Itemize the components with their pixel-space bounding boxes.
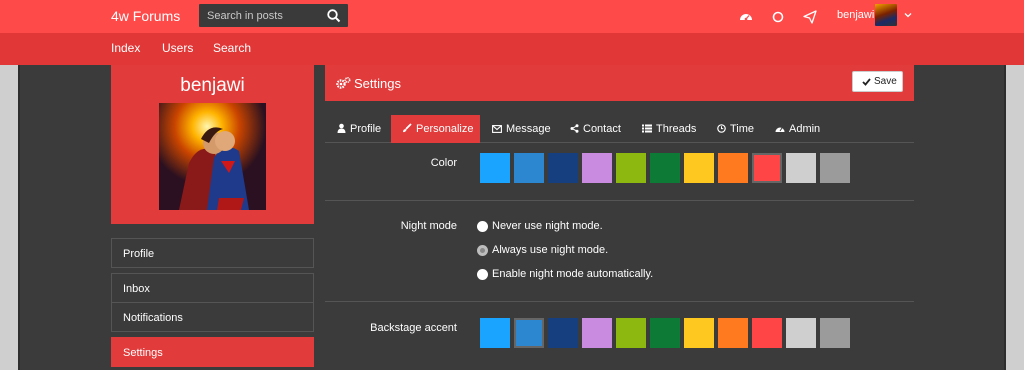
window-edge-shadow (1004, 65, 1006, 370)
profile-name: benjawi (180, 75, 245, 96)
save-button-label: Save (874, 76, 897, 87)
radio-button[interactable] (477, 269, 488, 280)
backstage-accent-swatch[interactable] (684, 318, 714, 348)
nav-index[interactable]: Index (111, 41, 140, 55)
color-swatch[interactable] (582, 153, 612, 183)
color-swatch[interactable] (820, 153, 850, 183)
radio-button-checked[interactable] (477, 245, 488, 256)
section-divider (325, 301, 914, 302)
color-swatch[interactable] (752, 153, 782, 183)
radio-button[interactable] (477, 221, 488, 232)
color-swatch[interactable] (514, 153, 544, 183)
tab-contact[interactable]: Contact (570, 115, 621, 143)
brush-icon (403, 123, 412, 133)
window-edge-right (1006, 65, 1024, 370)
color-swatch[interactable] (718, 153, 748, 183)
tab-profile[interactable]: Profile (337, 115, 395, 143)
window-edge-shadow (18, 65, 20, 370)
dashboard-icon[interactable] (739, 10, 753, 24)
color-label: Color (430, 157, 457, 169)
sidebar-item-settings[interactable]: Settings (111, 337, 314, 367)
backstage-accent-swatch[interactable] (582, 318, 612, 348)
tab-message[interactable]: Message (492, 115, 551, 143)
color-swatch[interactable] (480, 153, 510, 183)
color-swatch[interactable] (650, 153, 680, 183)
main-nav: Index Users Search (0, 33, 1024, 65)
envelope-icon (492, 125, 502, 133)
page-title: Settings (354, 76, 401, 91)
profile-card: benjawi (111, 65, 314, 224)
profile-avatar[interactable] (159, 103, 266, 210)
share-icon (570, 124, 579, 133)
sidebar-item-notifications[interactable]: Notifications (111, 302, 314, 332)
backstage-accent-swatch[interactable] (650, 318, 680, 348)
settings-tabs: Profile Personalize Message Contact Thre… (325, 115, 914, 143)
avatar-artwork (159, 103, 266, 210)
color-swatch[interactable] (684, 153, 714, 183)
user-avatar[interactable] (875, 4, 897, 26)
sidebar-item-profile[interactable]: Profile (111, 238, 314, 268)
user-menu-name[interactable]: benjawi (837, 9, 874, 21)
backstage-accent-label: Backstage accent (370, 322, 457, 334)
backstage-accent-swatch[interactable] (480, 318, 510, 348)
search-icon[interactable] (326, 8, 342, 24)
save-button[interactable]: Save (852, 71, 903, 92)
clock-icon (717, 124, 726, 133)
backstage-accent-swatch[interactable] (752, 318, 782, 348)
backstage-accent-swatch[interactable] (514, 318, 544, 348)
top-bar: 4w Forums benjawi (0, 0, 1024, 33)
check-icon (862, 78, 871, 86)
settings-header: Settings Save (325, 65, 914, 101)
nav-search[interactable]: Search (213, 41, 251, 55)
paper-plane-icon[interactable] (803, 10, 817, 24)
nav-users[interactable]: Users (162, 41, 193, 55)
chevron-down-icon[interactable] (904, 11, 912, 19)
gears-icon (336, 76, 351, 89)
color-swatch[interactable] (616, 153, 646, 183)
user-icon (337, 123, 346, 133)
tab-time[interactable]: Time (717, 115, 754, 143)
tab-threads[interactable]: Threads (642, 115, 696, 143)
backstage-accent-swatch[interactable] (820, 318, 850, 348)
search-box (199, 4, 348, 27)
list-icon (642, 124, 652, 133)
window-edge-left (0, 65, 18, 370)
section-divider (325, 200, 914, 201)
backstage-accent-swatch[interactable] (616, 318, 646, 348)
dashboard-icon (775, 127, 785, 132)
tab-personalize[interactable]: Personalize (391, 115, 480, 143)
backstage-accent-swatch[interactable] (718, 318, 748, 348)
backstage-accent-swatch[interactable] (548, 318, 578, 348)
brand-logo[interactable]: 4w Forums (111, 8, 180, 24)
search-input[interactable] (199, 4, 324, 27)
night-mode-label: Night mode (400, 220, 457, 232)
circle-status-icon[interactable] (771, 10, 785, 24)
color-swatch[interactable] (548, 153, 578, 183)
color-swatch[interactable] (786, 153, 816, 183)
backstage-accent-swatch[interactable] (786, 318, 816, 348)
tab-admin[interactable]: Admin (775, 115, 820, 143)
sidebar-item-inbox[interactable]: Inbox (111, 273, 314, 303)
